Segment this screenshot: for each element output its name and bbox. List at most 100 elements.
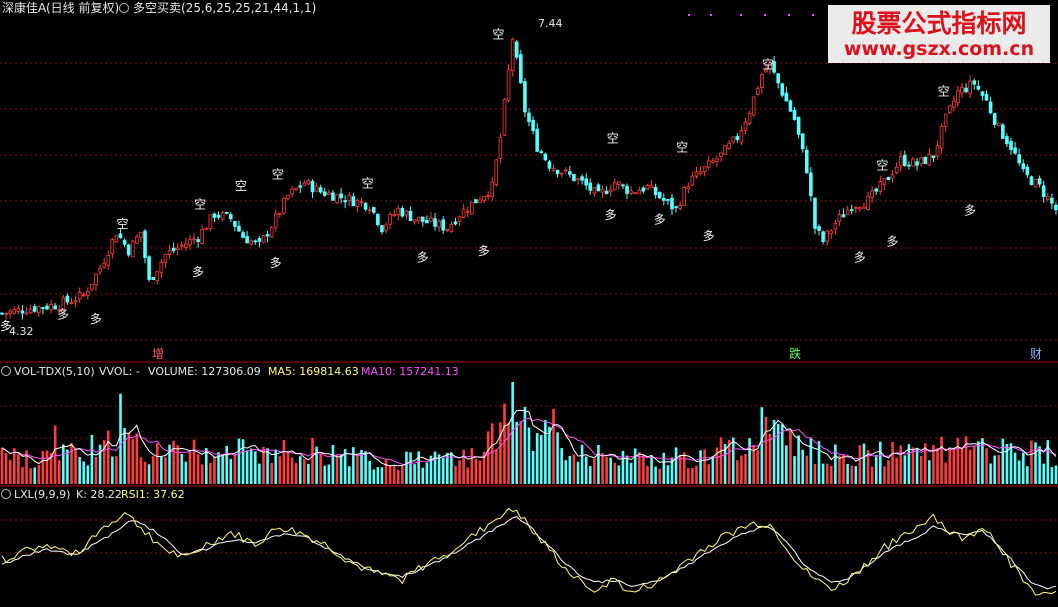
signal-duo: 多 [192,265,204,279]
candle-body [228,214,233,220]
candle-body [77,291,82,300]
volume-bar [629,462,633,484]
candle-body [208,214,213,229]
indicator-settings-icon[interactable] [119,3,129,13]
volume-bar [633,448,637,484]
volume-bar [327,464,331,484]
volume-bar [940,436,943,484]
volume-bars [0,382,1058,484]
candle-body [474,199,478,204]
candle-body [196,239,200,242]
rsi-value: RSI1: 37.62 [121,488,185,501]
candle-body [151,276,155,281]
volume-bar [609,457,612,484]
volume-bar [347,466,351,484]
k-line [1,507,1057,596]
volume-bar [972,445,976,484]
stock-chart: 空空空空空空空空空空空多多 多多多多多多 多多多多多 深康佳A (日线 前复权) 多… [0,0,1058,596]
volume-bar [466,467,470,484]
volume-bar [151,456,155,484]
volume-bar [352,447,355,484]
candle-body [498,136,503,159]
volume-bar [270,462,273,484]
volume-bar [94,456,98,484]
candle-body [282,198,286,214]
volume-bar [258,463,261,484]
candle-body [380,225,384,233]
candle-body [547,161,552,169]
volume-bar [789,430,792,484]
candle-body [322,191,327,196]
candle-body [273,213,278,228]
volume-bar [62,444,65,484]
watermark-url: www.gszx.com.cn [844,38,1034,60]
volume-bar [123,427,126,484]
volume-bar [127,432,130,484]
candle-body [784,92,789,102]
signal-kong: 空 [235,179,247,193]
volume-value: VOLUME: 127306.09 [148,365,261,378]
candle-body [478,199,482,203]
candle-body [531,119,535,132]
candle-body [911,158,915,167]
volume-bar [45,450,49,484]
candle-body [780,83,785,96]
lxl-settings-icon[interactable] [1,489,11,499]
marker-dot [788,14,790,16]
candle-body [453,221,458,225]
volume-bar [1001,438,1005,484]
volume-bar [838,455,841,484]
candle-body [400,207,405,217]
candle-body [376,213,380,226]
volume-bar [233,453,237,484]
volume-bar [135,433,139,484]
candle-body [612,182,617,191]
volume-bar [793,456,796,484]
candle-body [445,228,450,231]
volume-bar [919,455,923,484]
volume-bar [764,416,768,484]
volume-bar [952,447,956,484]
candle-body [588,182,593,191]
volume-bar [106,430,110,484]
volume-bar [731,437,735,484]
volume-bar [527,427,531,484]
volume-settings-icon[interactable] [1,366,11,376]
volume-bar [568,455,572,484]
volume-bar [478,460,482,484]
candle-body [894,166,899,174]
candle-body [886,176,891,180]
volume-bar [617,465,621,484]
candle-body [253,240,258,243]
candle-body [314,185,319,192]
candle-body [637,189,642,195]
candle-body [849,209,854,211]
volume-bar [870,466,874,484]
volume-bar [842,454,845,484]
volume-bar [1021,452,1025,484]
candle-body [269,227,274,238]
volume-bar [813,463,817,484]
candle-body [915,161,919,166]
signal-duo: 多 [57,307,69,321]
candle-body [674,206,678,209]
candle-body [45,305,49,310]
marker-dot [688,14,690,16]
volume-bar [172,440,175,484]
volume-bar [66,449,69,484]
candle-body [139,231,143,238]
volume-bar [82,461,86,484]
volume-bar [531,450,535,484]
candle-body [837,214,842,222]
candle-body [135,236,139,244]
volume-bar [625,455,629,484]
candle-body [490,181,495,197]
candle-body [633,192,638,195]
candle-body [882,178,887,185]
volume-bar [613,462,617,484]
candle-body [216,214,221,218]
volume-bar [776,423,780,484]
price-candles [0,37,1058,320]
candle-body [890,174,895,179]
candle-body [735,135,740,141]
